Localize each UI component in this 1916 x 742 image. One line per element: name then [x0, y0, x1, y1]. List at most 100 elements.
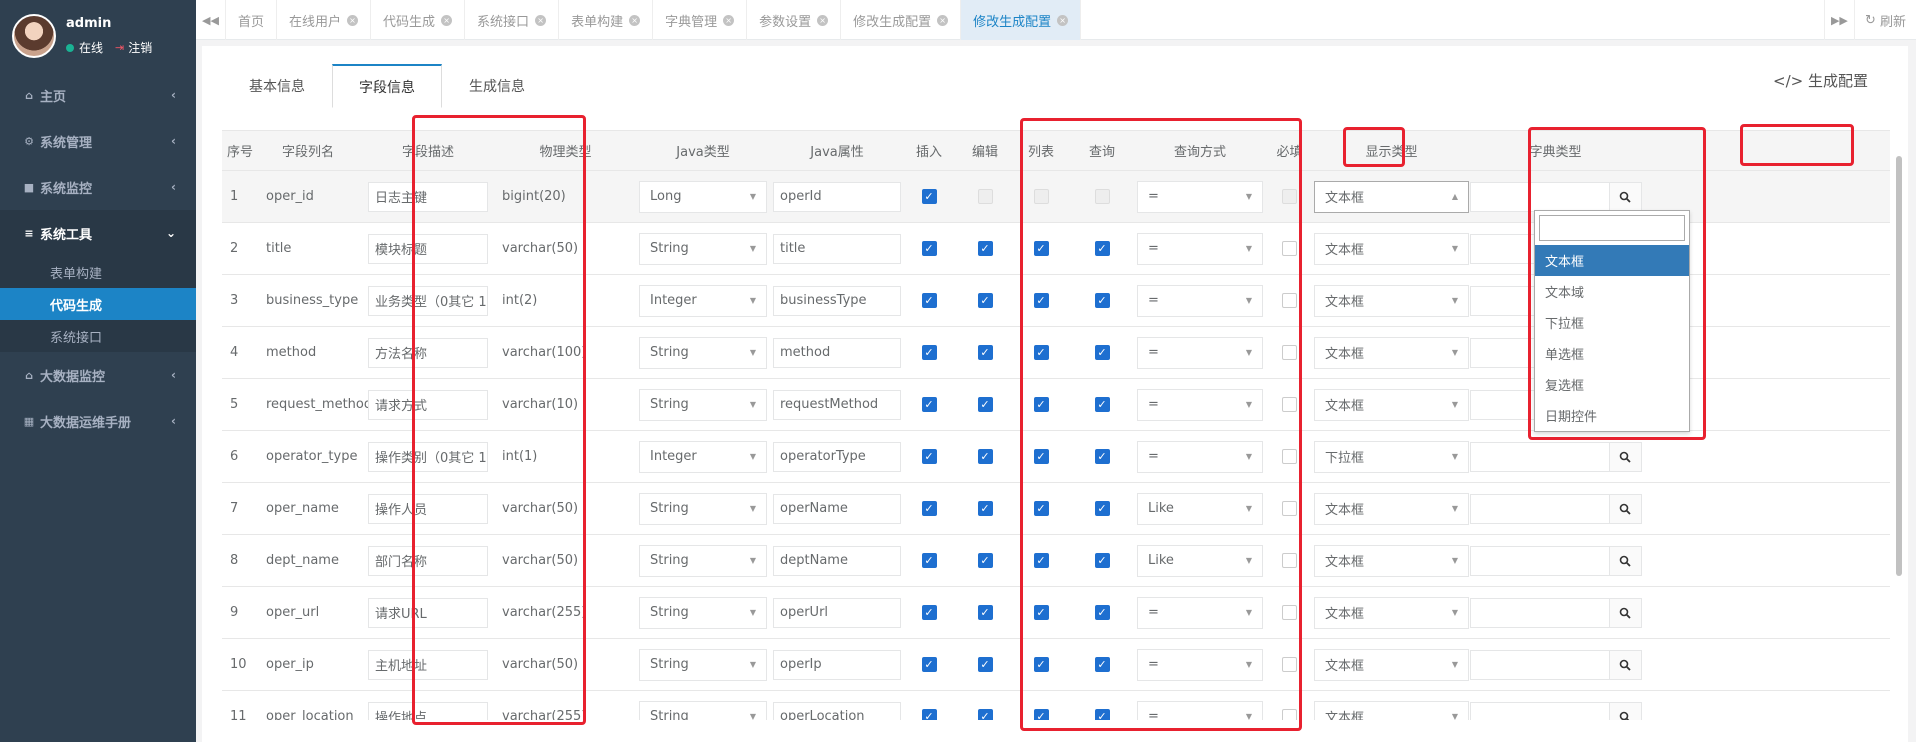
display-type-select[interactable]: 文本框 ▲	[1314, 180, 1469, 213]
search-button[interactable]	[1609, 181, 1642, 212]
tabs-scroll-left-icon[interactable]: ◀◀	[196, 0, 226, 40]
edit-checkbox[interactable]: ✓	[977, 397, 993, 412]
sidebar-item-bigdata-manual[interactable]: ▦ 大数据运维手册 ‹	[0, 398, 196, 444]
list-checkbox[interactable]: ✓	[1033, 293, 1049, 308]
search-button[interactable]	[1609, 441, 1642, 472]
page-tab[interactable]: 代码生成 ×	[371, 0, 466, 40]
query-type-select[interactable]: = ▼	[1137, 232, 1263, 265]
display-type-select[interactable]: 文本框 ▼	[1314, 700, 1469, 720]
field-desc-input[interactable]: 请求方式	[368, 389, 488, 420]
java-type-select[interactable]: String ▼	[639, 648, 767, 681]
field-desc-input[interactable]: 业务类型（0其它 1	[368, 285, 488, 316]
edit-checkbox[interactable]: ✓	[977, 345, 993, 360]
java-type-select[interactable]: Integer ▼	[639, 284, 767, 317]
sidebar-subitem-code-gen[interactable]: 代码生成	[0, 288, 196, 320]
java-type-select[interactable]: Integer ▼	[639, 440, 767, 473]
close-icon[interactable]: ×	[723, 14, 735, 26]
java-type-select[interactable]: String ▼	[639, 544, 767, 577]
close-icon[interactable]: ×	[817, 14, 829, 26]
query-checkbox[interactable]: ✓	[1094, 501, 1110, 516]
java-prop-input[interactable]: operName	[773, 493, 901, 524]
list-checkbox[interactable]: ✓	[1033, 397, 1049, 412]
display-type-select[interactable]: 文本框 ▼	[1314, 232, 1469, 265]
query-checkbox[interactable]: ✓	[1094, 345, 1110, 360]
dict-type-input[interactable]	[1469, 701, 1610, 720]
search-button[interactable]	[1609, 701, 1642, 720]
tab-gen-info[interactable]: 生成信息	[442, 64, 552, 108]
query-type-select[interactable]: Like ▼	[1137, 492, 1263, 525]
page-tab[interactable]: 修改生成配置 ×	[841, 0, 962, 40]
java-type-select[interactable]: String ▼	[639, 596, 767, 629]
required-checkbox[interactable]	[1282, 553, 1297, 568]
dropdown-search-input[interactable]	[1539, 215, 1685, 241]
search-button[interactable]	[1609, 545, 1642, 576]
field-desc-input[interactable]: 操作地点	[368, 701, 488, 720]
insert-checkbox[interactable]: ✓	[921, 605, 937, 620]
required-checkbox[interactable]	[1282, 657, 1297, 672]
query-checkbox[interactable]: ✓	[1094, 293, 1110, 308]
dict-type-input[interactable]	[1469, 441, 1610, 472]
query-type-select[interactable]: = ▼	[1137, 336, 1263, 369]
field-desc-input[interactable]: 方法名称	[368, 337, 488, 368]
close-icon[interactable]: ×	[347, 14, 359, 26]
sidebar-item-bigdata-monitor[interactable]: ⌂ 大数据监控 ‹	[0, 352, 196, 398]
query-type-select[interactable]: = ▼	[1137, 700, 1263, 720]
java-type-select[interactable]: String ▼	[639, 388, 767, 421]
query-type-select[interactable]: = ▼	[1137, 388, 1263, 421]
query-checkbox[interactable]: ✓	[1094, 605, 1110, 620]
java-type-select[interactable]: String ▼	[639, 492, 767, 525]
sidebar-subitem-api[interactable]: 系统接口	[0, 320, 196, 352]
tabs-scroll-right-icon[interactable]: ▶▶	[1823, 0, 1854, 40]
dict-type-input[interactable]	[1469, 493, 1610, 524]
field-desc-input[interactable]: 部门名称	[368, 545, 488, 576]
page-tab[interactable]: 修改生成配置 ×	[961, 0, 1082, 40]
field-desc-input[interactable]: 日志主键	[368, 181, 488, 212]
close-icon[interactable]: ×	[1057, 14, 1069, 26]
required-checkbox[interactable]	[1282, 449, 1297, 464]
insert-checkbox[interactable]: ✓	[921, 397, 937, 412]
insert-checkbox[interactable]: ✓	[921, 345, 937, 360]
page-tab[interactable]: 在线用户 ×	[277, 0, 372, 40]
display-type-select[interactable]: 文本框 ▼	[1314, 336, 1469, 369]
sidebar-item-monitor[interactable]: ■ 系统监控 ‹	[0, 164, 196, 210]
java-prop-input[interactable]: operId	[773, 181, 901, 212]
query-type-select[interactable]: = ▼	[1137, 440, 1263, 473]
dict-type-input[interactable]	[1469, 649, 1610, 680]
field-desc-input[interactable]: 操作人员	[368, 493, 488, 524]
edit-checkbox[interactable]: ✓	[977, 709, 993, 720]
query-checkbox[interactable]: ✓	[1094, 449, 1110, 464]
logout-link[interactable]: 注销	[128, 39, 152, 56]
query-type-select[interactable]: = ▼	[1137, 596, 1263, 629]
edit-checkbox[interactable]: ✓	[977, 605, 993, 620]
search-button[interactable]	[1609, 649, 1642, 680]
insert-checkbox[interactable]: ✓	[921, 449, 937, 464]
page-tab[interactable]: 参数设置 ×	[747, 0, 842, 40]
insert-checkbox[interactable]: ✓	[921, 241, 937, 256]
edit-checkbox[interactable]: ✓	[977, 501, 993, 516]
close-icon[interactable]: ×	[441, 14, 453, 26]
table-scrollbar[interactable]	[1896, 156, 1902, 576]
list-checkbox[interactable]: ✓	[1033, 605, 1049, 620]
query-type-select[interactable]: = ▼	[1137, 648, 1263, 681]
edit-checkbox[interactable]: ✓	[977, 553, 993, 568]
list-checkbox[interactable]: ✓	[1033, 241, 1049, 256]
dict-type-input[interactable]	[1469, 181, 1610, 212]
java-type-select[interactable]: String ▼	[639, 700, 767, 720]
logout-icon[interactable]: ⇥	[115, 41, 124, 54]
dropdown-option[interactable]: 复选框	[1535, 369, 1689, 400]
page-tab[interactable]: 系统接口 ×	[465, 0, 560, 40]
required-checkbox[interactable]	[1282, 501, 1297, 516]
java-type-select[interactable]: String ▼	[639, 336, 767, 369]
avatar[interactable]	[12, 14, 56, 58]
refresh-button[interactable]: ↻ 刷新	[1853, 0, 1916, 40]
java-prop-input[interactable]: requestMethod	[773, 389, 901, 420]
edit-checkbox[interactable]: ✓	[977, 657, 993, 672]
display-type-select[interactable]: 下拉框 ▼	[1314, 440, 1469, 473]
query-checkbox[interactable]: ✓	[1094, 657, 1110, 672]
insert-checkbox[interactable]: ✓	[921, 553, 937, 568]
field-desc-input[interactable]: 模块标题	[368, 233, 488, 264]
page-tab[interactable]: 字典管理 ×	[653, 0, 748, 40]
required-checkbox[interactable]	[1282, 709, 1297, 720]
required-checkbox[interactable]	[1282, 605, 1297, 620]
java-prop-input[interactable]: method	[773, 337, 901, 368]
